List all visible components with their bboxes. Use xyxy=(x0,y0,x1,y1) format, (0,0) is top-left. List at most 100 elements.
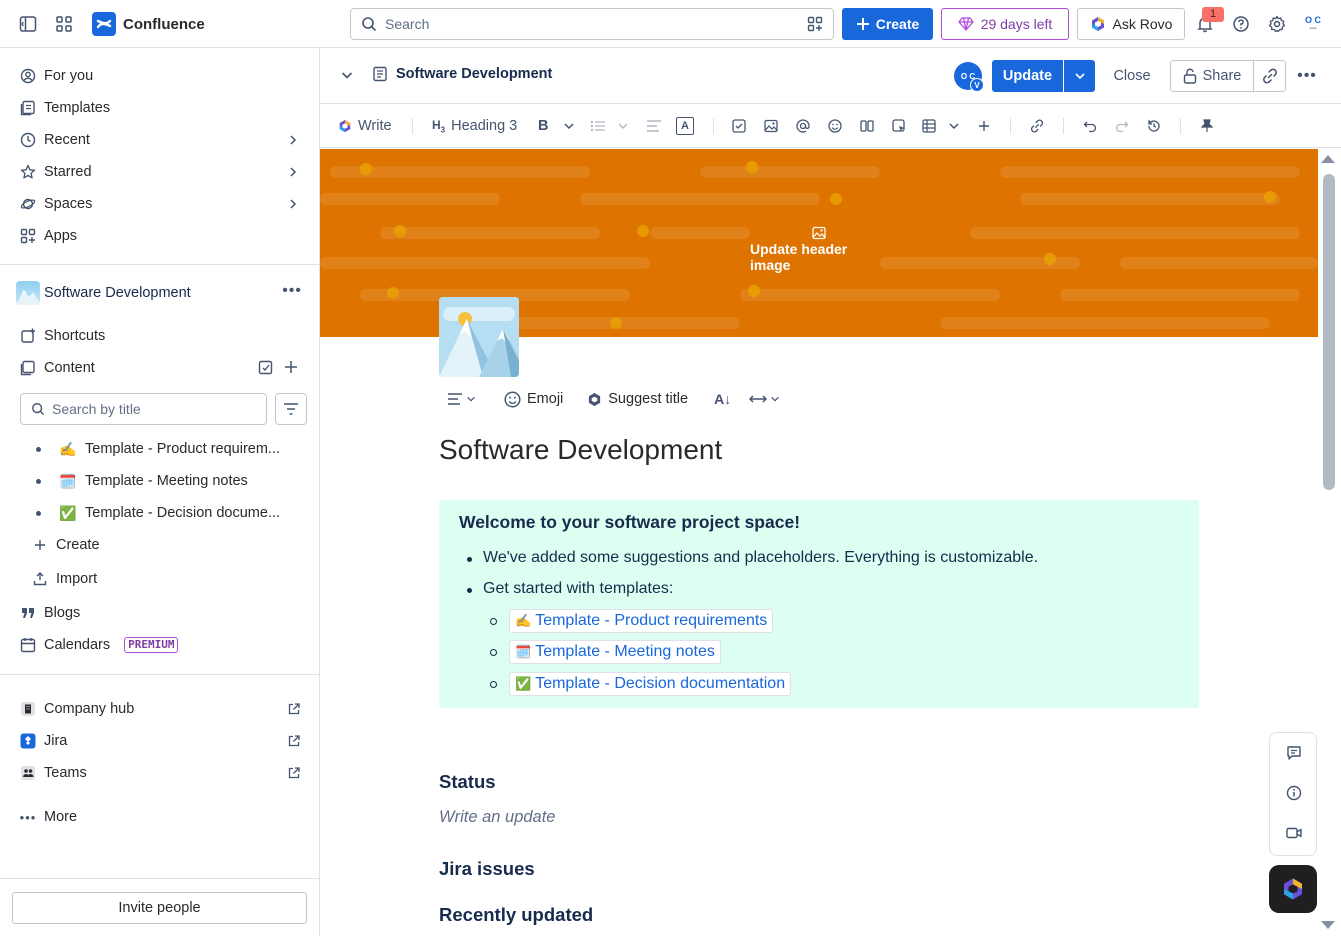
confluence-logo[interactable]: Confluence xyxy=(92,12,205,36)
app-switcher-icon[interactable] xyxy=(52,12,76,36)
template-link-product-requirements[interactable]: ✍️ Template - Product requirements xyxy=(489,609,774,633)
ask-rovo-button[interactable]: Ask Rovo xyxy=(1077,8,1185,40)
rovo-chat-button[interactable] xyxy=(1269,865,1317,913)
more-formatting-dropdown[interactable] xyxy=(563,114,575,138)
video-icon[interactable] xyxy=(1284,823,1304,843)
sidebar-create-button[interactable]: Create xyxy=(24,529,304,561)
sidebar-item-for-you[interactable]: For you xyxy=(12,60,308,92)
chevron-right-icon[interactable] xyxy=(288,199,298,209)
add-content-icon[interactable] xyxy=(284,360,298,374)
font-size-icon[interactable]: A↓ xyxy=(714,391,731,407)
invite-people-button[interactable]: Invite people xyxy=(12,892,307,924)
insert-link-button[interactable] xyxy=(1030,114,1044,138)
search-filters-icon[interactable] xyxy=(807,16,823,32)
page-breadcrumb[interactable]: Software Development xyxy=(372,66,552,82)
page-title[interactable]: Software Development xyxy=(439,434,722,466)
sidebar-import-button[interactable]: Import xyxy=(24,563,304,595)
recently-updated-heading[interactable]: Recently updated xyxy=(439,904,593,926)
template-link-decision-documentation[interactable]: ✅ Template - Decision documentation xyxy=(489,672,792,696)
tree-item-meeting-notes[interactable]: 🗓️ Template - Meeting notes xyxy=(36,467,296,495)
status-placeholder[interactable]: Write an update xyxy=(439,808,555,827)
template-link-meeting-notes[interactable]: 🗓️ Template - Meeting notes xyxy=(490,640,721,664)
sidebar-item-company-hub[interactable]: Company hub xyxy=(12,693,308,725)
pin-toolbar-button[interactable] xyxy=(1201,114,1213,138)
alignment-button[interactable] xyxy=(646,114,662,138)
status-heading[interactable]: Status xyxy=(439,771,496,793)
add-emoji-button[interactable]: Emoji xyxy=(504,390,563,408)
create-button[interactable]: Create xyxy=(842,8,933,40)
text-style-dropdown[interactable]: H3 Heading 3 xyxy=(432,114,517,138)
update-header-image-button[interactable]: Update header image xyxy=(750,226,888,273)
share-button[interactable]: Share xyxy=(1170,60,1254,92)
sidebar-toggle-icon[interactable] xyxy=(16,12,40,36)
suggest-title-button[interactable]: Suggest title xyxy=(587,391,688,407)
chevron-down-icon xyxy=(467,396,475,402)
content-icon xyxy=(20,360,36,376)
action-item-button[interactable] xyxy=(732,114,746,138)
sidebar-item-blogs[interactable]: Blogs xyxy=(12,597,308,629)
sidebar-item-jira[interactable]: Jira xyxy=(12,725,308,757)
scrollbar-thumb[interactable] xyxy=(1323,174,1335,490)
page-width-dropdown[interactable] xyxy=(749,393,780,405)
more-options-icon[interactable]: ••• xyxy=(282,282,302,300)
insert-more-button[interactable] xyxy=(978,114,990,138)
filter-button[interactable] xyxy=(275,393,307,425)
sidebar-item-apps[interactable]: Apps xyxy=(12,220,308,252)
more-actions-icon[interactable]: ••• xyxy=(1294,64,1320,88)
insert-table-button[interactable] xyxy=(922,114,936,138)
external-link-icon[interactable] xyxy=(288,735,300,747)
external-link-icon[interactable] xyxy=(288,767,300,779)
help-icon[interactable] xyxy=(1229,12,1253,36)
scroll-down-arrow[interactable] xyxy=(1321,921,1335,929)
sidebar-item-more[interactable]: ••• More xyxy=(12,801,308,833)
user-avatar[interactable]: O C •••• xyxy=(1300,12,1326,38)
space-header[interactable]: Software Development ••• xyxy=(16,280,308,306)
table-options-dropdown[interactable] xyxy=(948,114,960,138)
update-button[interactable]: Update xyxy=(992,60,1063,92)
trial-days-left-button[interactable]: 29 days left xyxy=(941,8,1069,40)
page-mountain-icon[interactable] xyxy=(439,297,519,377)
sidebar-item-shortcuts[interactable]: Shortcuts xyxy=(12,320,308,352)
search-by-title-placeholder: Search by title xyxy=(52,401,141,417)
write-mode-button[interactable]: Write xyxy=(338,114,392,138)
settings-gear-icon[interactable] xyxy=(1265,12,1289,36)
jira-issues-heading[interactable]: Jira issues xyxy=(439,858,535,880)
emoji-button[interactable] xyxy=(828,114,842,138)
welcome-panel[interactable]: Welcome to your software project space! … xyxy=(439,500,1199,708)
comments-icon[interactable] xyxy=(1284,743,1304,763)
sidebar-item-starred[interactable]: Starred xyxy=(12,156,308,188)
bullet-list-button[interactable] xyxy=(590,114,606,138)
info-icon[interactable] xyxy=(1284,783,1304,803)
version-history-button[interactable] xyxy=(1147,114,1161,138)
tree-item-product-requirements[interactable]: ✍️ Template - Product requirem... xyxy=(36,435,296,463)
text-color-button[interactable]: A xyxy=(676,114,694,138)
sidebar-item-templates[interactable]: Templates xyxy=(12,92,308,124)
sidebar-item-calendars[interactable]: Calendars PREMIUM xyxy=(12,629,308,661)
text-align-dropdown[interactable] xyxy=(447,392,476,406)
bold-button[interactable]: B xyxy=(538,114,548,138)
undo-button[interactable] xyxy=(1083,114,1097,138)
layout-button[interactable] xyxy=(860,114,874,138)
clock-icon xyxy=(20,132,36,148)
chevron-right-icon[interactable] xyxy=(288,135,298,145)
sidebar-item-content[interactable]: Content xyxy=(12,352,308,384)
redo-button[interactable] xyxy=(1115,114,1129,138)
edit-content-icon[interactable] xyxy=(258,360,274,376)
global-search-input[interactable]: Search xyxy=(350,8,834,40)
tree-item-decision-documentation[interactable]: ✅ Template - Decision docume... xyxy=(36,499,296,527)
mention-button[interactable] xyxy=(796,114,810,138)
list-options-dropdown[interactable] xyxy=(617,114,629,138)
insert-image-button[interactable] xyxy=(764,114,778,138)
sidebar-item-spaces[interactable]: Spaces xyxy=(12,188,308,220)
sidebar-item-teams[interactable]: Teams xyxy=(12,757,308,789)
external-link-icon[interactable] xyxy=(288,703,300,715)
scroll-up-arrow[interactable] xyxy=(1321,155,1335,163)
sidebar-item-recent[interactable]: Recent xyxy=(12,124,308,156)
insert-element-button[interactable] xyxy=(892,114,906,138)
search-by-title-input[interactable]: Search by title xyxy=(20,393,267,425)
chevron-down-icon[interactable] xyxy=(340,68,354,82)
chevron-right-icon[interactable] xyxy=(288,167,298,177)
copy-link-button[interactable] xyxy=(1254,60,1286,92)
update-options-button[interactable] xyxy=(1064,60,1095,92)
close-button[interactable]: Close xyxy=(1108,60,1156,92)
